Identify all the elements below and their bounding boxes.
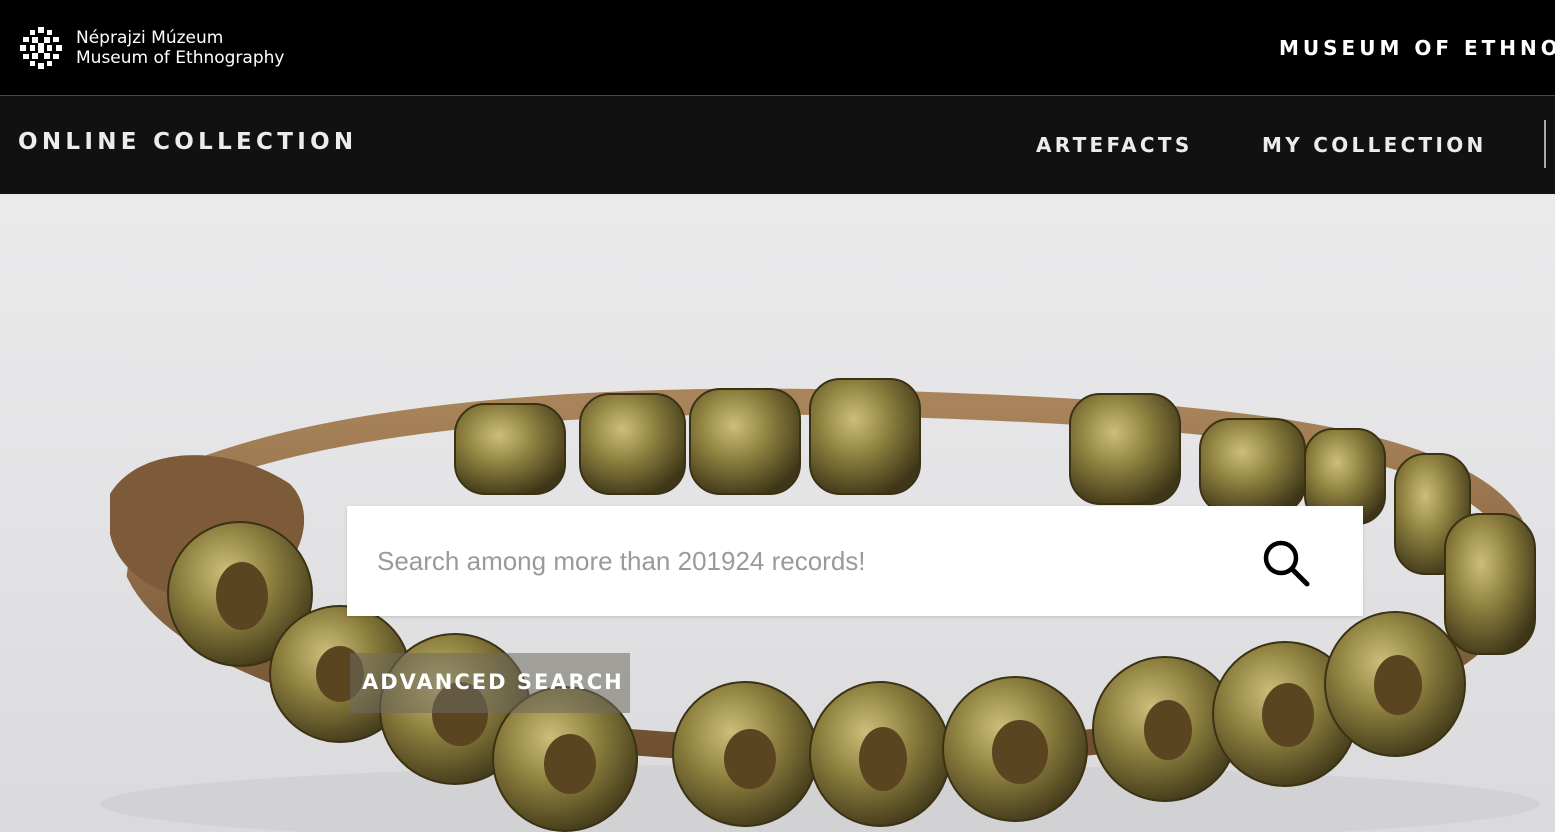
museum-name[interactable]: Néprajzi Múzeum Museum of Ethnography xyxy=(76,28,284,68)
search-button[interactable] xyxy=(1251,531,1317,591)
nav-link-artefacts[interactable]: ARTEFACTS xyxy=(1036,133,1193,157)
museum-logo-icon[interactable] xyxy=(20,27,62,69)
collection-nav-bar: ONLINE COLLECTION ARTEFACTS MY COLLECTIO… xyxy=(0,96,1555,194)
nav-link-my-collection[interactable]: MY COLLECTION xyxy=(1262,133,1487,157)
museum-main-site-link[interactable]: MUSEUM OF ETHNOG xyxy=(1279,36,1555,60)
search-box xyxy=(347,506,1363,616)
online-collection-title[interactable]: ONLINE COLLECTION xyxy=(18,129,357,155)
advanced-search-button[interactable]: ADVANCED SEARCH xyxy=(350,653,630,713)
advanced-search-label: ADVANCED SEARCH xyxy=(362,670,624,694)
search-input[interactable] xyxy=(377,540,1217,582)
museum-name-hungarian: Néprajzi Múzeum xyxy=(76,28,224,48)
museum-name-english: Museum of Ethnography xyxy=(76,48,285,68)
nav-divider xyxy=(1544,120,1546,168)
search-icon xyxy=(1263,540,1310,587)
hero-section: ADVANCED SEARCH xyxy=(0,194,1555,832)
top-header: Néprajzi Múzeum Museum of Ethnography MU… xyxy=(0,0,1555,96)
